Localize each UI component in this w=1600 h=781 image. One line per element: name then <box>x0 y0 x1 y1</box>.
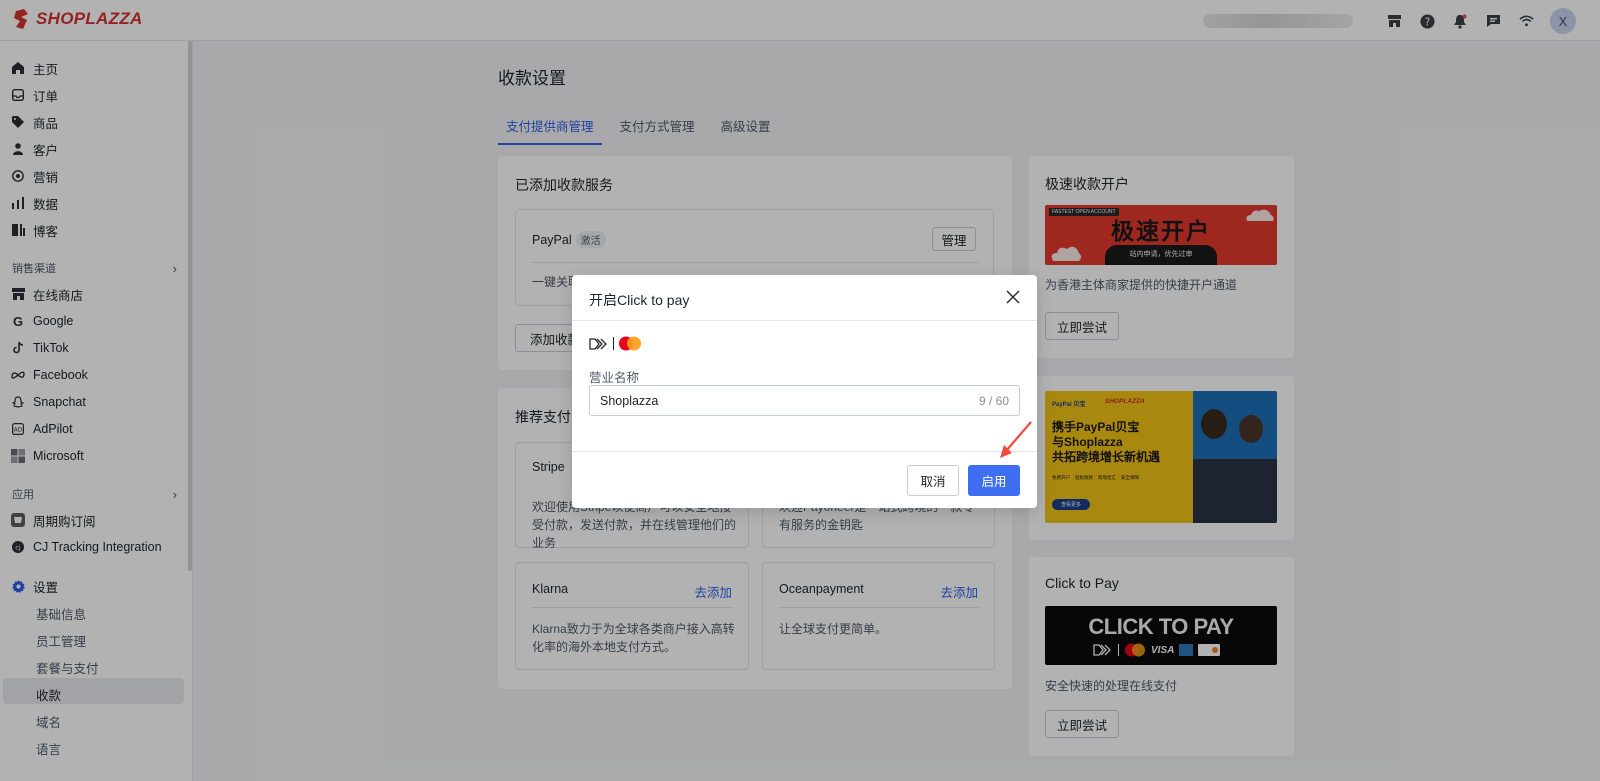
modal-divider <box>572 320 1037 321</box>
modal-title: 开启Click to pay <box>589 292 690 308</box>
cancel-button[interactable]: 取消 <box>907 465 959 496</box>
char-counter: 9 / 60 <box>978 393 1009 408</box>
click-to-pay-modal: 开启Click to pay 营业名称 Shoplazza 9 / 60 取消 … <box>572 275 1037 508</box>
payment-logos <box>589 336 642 351</box>
business-name-input[interactable]: Shoplazza 9 / 60 <box>589 385 1020 416</box>
annotation-arrow-icon <box>1000 421 1032 458</box>
mastercard-icon <box>619 336 641 351</box>
business-name-label: 营业名称 <box>589 371 640 385</box>
close-icon[interactable] <box>1003 287 1023 307</box>
business-name-value: Shoplazza <box>600 393 659 408</box>
click-to-pay-logo-icon <box>589 337 607 350</box>
modal-divider <box>572 451 1037 452</box>
enable-button[interactable]: 启用 <box>968 465 1020 496</box>
